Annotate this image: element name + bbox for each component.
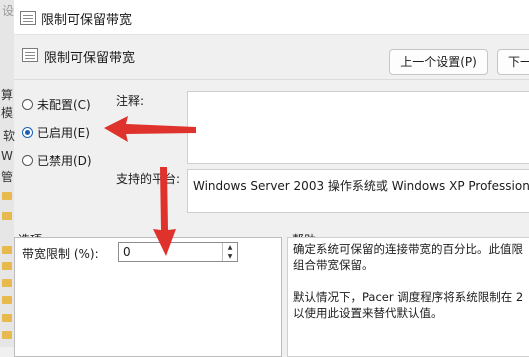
arrow-to-enabled [104, 116, 196, 142]
arrow-to-bandwidth [153, 167, 176, 256]
annotation-arrows [104, 116, 196, 256]
